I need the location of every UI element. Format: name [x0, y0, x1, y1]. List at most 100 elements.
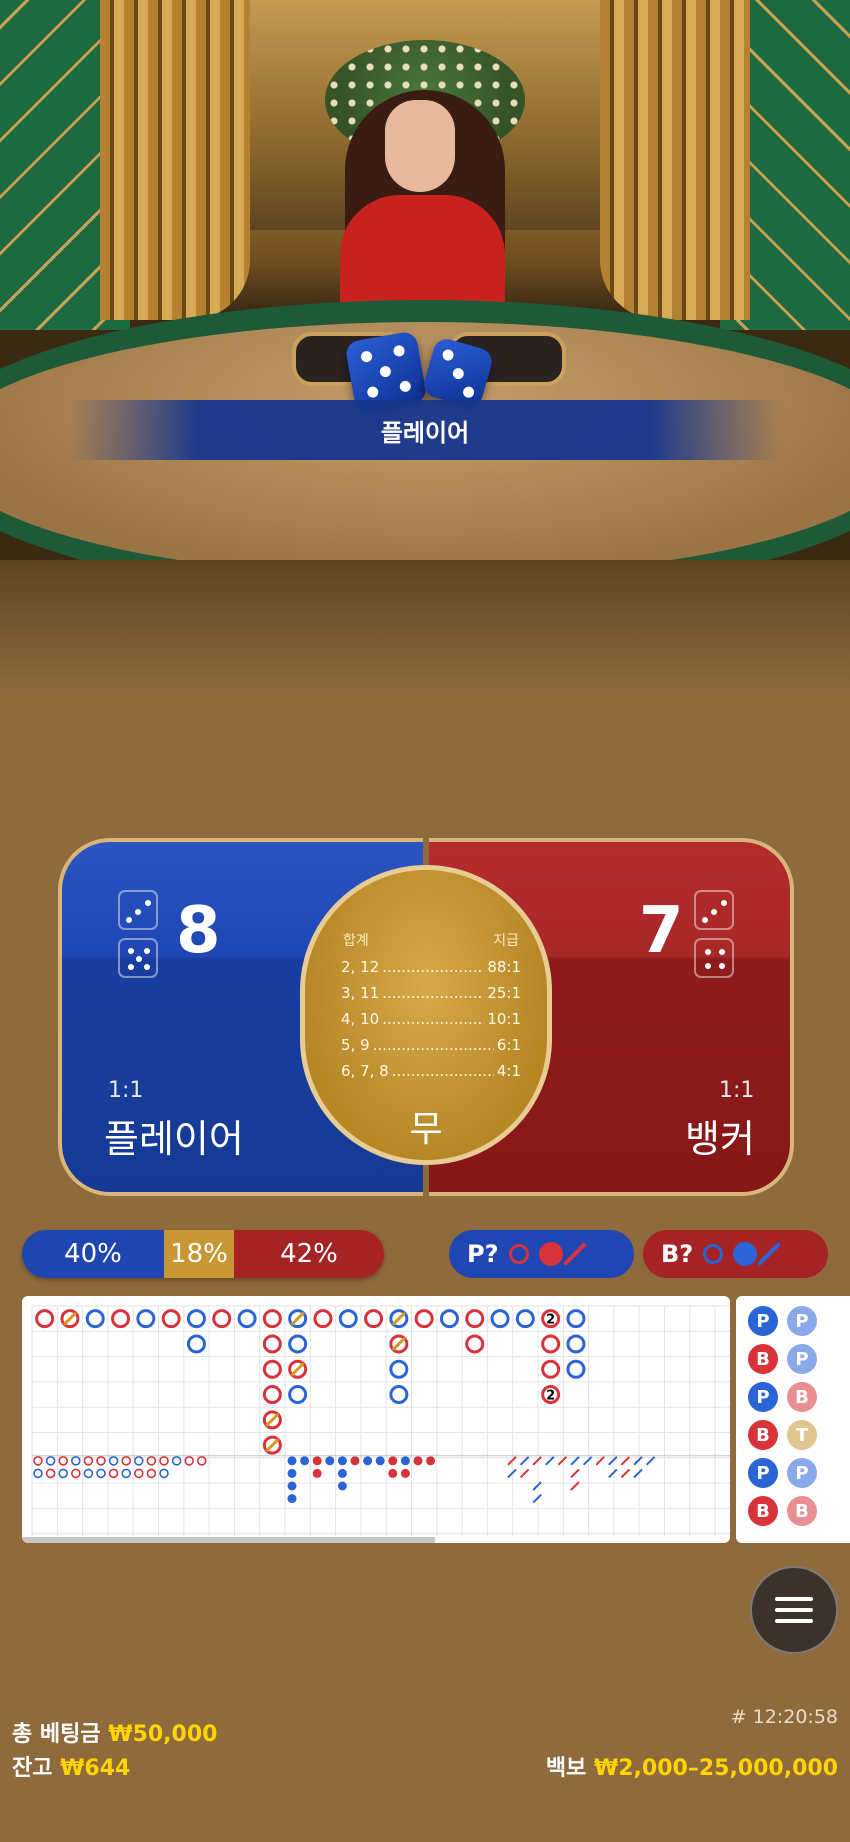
player-score: 8	[176, 894, 221, 968]
tie-paytable-row: 4, 10 ................................ 1…	[341, 1010, 521, 1028]
player-percentage: 40%	[22, 1230, 164, 1278]
banker-eye-mark	[108, 1468, 119, 1479]
banker-bead	[414, 1309, 434, 1329]
player-small-mark	[287, 1494, 297, 1504]
player-coin: P	[748, 1382, 778, 1412]
player-cockroach-mark	[532, 1493, 542, 1504]
player-bead	[566, 1309, 586, 1329]
bet-limits[interactable]: 백보 ₩2,000–25,000,000	[546, 1750, 838, 1782]
banker-cockroach-mark	[620, 1468, 631, 1479]
tie-mark	[265, 1438, 280, 1453]
scoreboard-roads[interactable]: 22	[22, 1296, 730, 1543]
banker-percentage: 42%	[234, 1230, 384, 1278]
tie-payout: 25:1	[487, 984, 521, 1002]
player-small-mark	[400, 1456, 410, 1466]
banker-coin: B	[748, 1344, 778, 1374]
dealer-face	[385, 100, 455, 192]
slash-icon	[562, 1241, 587, 1267]
player-cockroach-mark	[633, 1468, 643, 1479]
menu-button[interactable]	[750, 1566, 838, 1654]
total-bet-label: 총 베팅금	[12, 1722, 101, 1747]
banker-bead	[541, 1359, 561, 1379]
bet-limit-value: ₩2,000–25,000,000	[593, 1756, 838, 1781]
banker-label: 뱅커	[685, 1117, 755, 1161]
tie-paytable-row: 6, 7, 8 ................................…	[341, 1062, 521, 1080]
tie-mark	[391, 1336, 406, 1352]
player-eye-mark	[159, 1468, 169, 1479]
balance-label: 잔고	[12, 1756, 53, 1781]
bet-panel: 8 1:1 플레이어 7 1:1 뱅커 합계 지급 2, 12 ........…	[58, 838, 794, 1196]
sum-column-header: 합계	[343, 933, 369, 949]
pair-count: 2	[546, 1313, 555, 1328]
tie-paytable-header: 합계 지급	[343, 930, 519, 950]
player-small-mark	[337, 1468, 347, 1478]
player-small-mark	[287, 1481, 297, 1491]
ring-icon	[703, 1244, 724, 1264]
banker-ask-button[interactable]: B?	[643, 1230, 828, 1278]
tie-paytable-row: 5, 9 ................................ 6:…	[341, 1036, 521, 1054]
banker-small-mark	[388, 1456, 398, 1466]
tie-mark	[62, 1311, 78, 1326]
player-coin: P	[748, 1458, 778, 1488]
banker-bead	[262, 1385, 282, 1405]
pair-count: 2	[546, 1389, 555, 1404]
banker-bead	[262, 1309, 282, 1329]
player-small-mark	[337, 1481, 347, 1491]
player-ask-button[interactable]: P?	[449, 1230, 634, 1278]
dice-icon	[118, 938, 158, 978]
banker-small-mark	[413, 1456, 423, 1466]
golden-arch-left	[100, 0, 250, 320]
banker-cockroach-mark	[570, 1468, 580, 1479]
banker-small-mark	[312, 1456, 322, 1466]
tie-sum: 5, 9	[341, 1036, 370, 1054]
player-eye-mark	[96, 1468, 106, 1479]
player-bead	[85, 1309, 105, 1329]
player-label: 플레이어	[104, 1117, 244, 1161]
win-percentage-bar: 40% 18% 42%	[22, 1230, 384, 1278]
banker-coin: B	[748, 1496, 778, 1526]
bead-plate: PPBPPBBTPPBB	[736, 1296, 850, 1543]
player-eye-mark	[58, 1468, 69, 1479]
player-bead	[439, 1309, 459, 1329]
player-bead	[515, 1309, 535, 1329]
tie-sum: 6, 7, 8	[341, 1062, 389, 1080]
player-coin: P	[787, 1458, 817, 1488]
road-grid: 22	[31, 1305, 730, 1536]
live-video-stream: 플레이어	[0, 0, 850, 780]
banker-small-mark	[350, 1456, 360, 1466]
dice-icon	[694, 938, 734, 978]
banker-small-mark	[426, 1456, 436, 1466]
banker-small-mark	[400, 1468, 410, 1478]
banker-small-mark	[388, 1468, 398, 1478]
player-bead	[389, 1359, 409, 1379]
player-bead	[490, 1309, 510, 1329]
total-bet: 총 베팅금 ₩50,000	[12, 1716, 217, 1748]
banker-eye-mark	[45, 1468, 56, 1479]
road-scrollbar[interactable]	[22, 1537, 435, 1543]
banker-bead	[541, 1334, 561, 1354]
banker-bead	[161, 1309, 181, 1329]
tie-paytable-row: 2, 12 ................................ 8…	[341, 958, 521, 976]
player-small-mark	[363, 1456, 373, 1466]
player-small-mark	[287, 1456, 297, 1466]
tie-sum: 3, 11	[341, 984, 380, 1002]
player-eye-mark	[121, 1468, 131, 1479]
round-time: # 12:20:58	[730, 1706, 838, 1728]
player-small-mark	[337, 1456, 347, 1466]
banker-bead	[465, 1309, 485, 1329]
banker-bead	[313, 1309, 333, 1329]
player-bead	[237, 1309, 257, 1329]
banker-ask-label: B?	[661, 1240, 694, 1268]
banker-bead	[364, 1309, 384, 1329]
result-banner: 플레이어	[70, 400, 780, 460]
banker-bead	[111, 1309, 131, 1329]
dice-icon	[118, 890, 158, 930]
tie-bet-spot[interactable]: 합계 지급 2, 12 ............................…	[300, 865, 552, 1165]
banker-cockroach-mark	[519, 1468, 530, 1479]
banker-eye-mark	[134, 1468, 144, 1479]
golden-arch-right	[600, 0, 750, 320]
banker-bead	[35, 1309, 55, 1329]
total-bet-value: ₩50,000	[108, 1722, 218, 1747]
hamburger-icon	[775, 1597, 813, 1601]
player-coin: P	[787, 1344, 817, 1374]
